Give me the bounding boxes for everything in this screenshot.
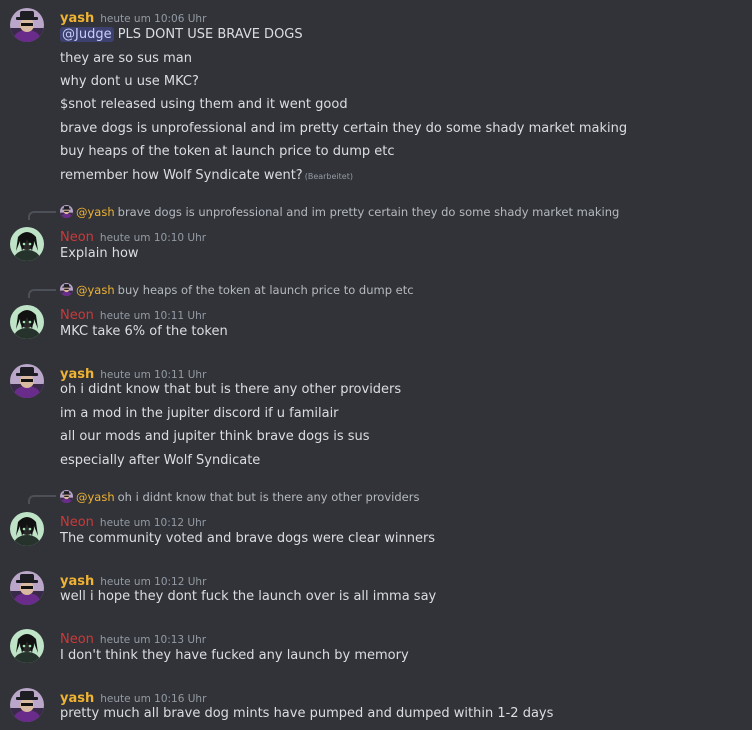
message-text: oh i didnt know that but is there any ot… xyxy=(60,382,402,397)
neon-avatar-icon[interactable] xyxy=(10,629,44,663)
timestamp: heute um 10:12 Uhr xyxy=(99,517,207,529)
timestamp: heute um 10:16 Uhr xyxy=(100,693,207,705)
username[interactable]: yash xyxy=(60,574,94,589)
message-header: yash heute um 10:06 Uhr xyxy=(60,7,207,26)
message-text: The community voted and brave dogs were … xyxy=(60,531,436,546)
message-text: MKC take 6% of the token xyxy=(60,324,228,339)
timestamp: heute um 10:11 Uhr xyxy=(100,369,207,381)
message-header: Neon heute um 10:10 Uhr xyxy=(60,226,207,245)
message-text: I don't think they have fucked any launc… xyxy=(60,648,409,663)
username[interactable]: yash xyxy=(60,11,94,26)
chat-messages: yash heute um 10:06 Uhr @Judge PLS DONT U… xyxy=(0,0,752,730)
message-text: why dont u use MKC? xyxy=(60,74,199,89)
message-header: yash heute um 10:16 Uhr xyxy=(60,687,207,706)
username[interactable]: Neon xyxy=(60,308,94,323)
message-text: $snot released using them and it went go… xyxy=(60,97,348,112)
message-text: brave dogs is unprofessional and im pret… xyxy=(60,121,628,136)
message-header: Neon heute um 10:11 Uhr xyxy=(60,304,207,323)
reply-preview[interactable]: @yash buy heaps of the token at launch pr… xyxy=(60,282,414,298)
message-text: @Judge PLS DONT USE BRAVE DOGS xyxy=(60,26,303,44)
message-text: well i hope they dont fuck the launch ov… xyxy=(60,589,437,604)
message-header: Neon heute um 10:13 Uhr xyxy=(60,628,207,647)
message-header: Neon heute um 10:12 Uhr xyxy=(60,511,207,530)
username[interactable]: yash xyxy=(60,367,94,382)
yash-avatar-icon[interactable] xyxy=(10,688,44,722)
reply-spine xyxy=(28,289,56,298)
message-text: they are so sus man xyxy=(60,51,192,66)
timestamp: heute um 10:10 Uhr xyxy=(99,232,207,244)
reply-username[interactable]: @yash xyxy=(76,205,115,219)
message-text: especially after Wolf Syndicate xyxy=(60,453,261,468)
reply-spine xyxy=(28,211,56,220)
reply-text: brave dogs is unprofessional and im pret… xyxy=(117,205,620,219)
yash-avatar-icon xyxy=(60,205,73,218)
message-text: all our mods and jupiter think brave dog… xyxy=(60,429,370,444)
message-text: pretty much all brave dog mints have pum… xyxy=(60,706,554,721)
message-text: Explain how xyxy=(60,246,139,261)
neon-avatar-icon[interactable] xyxy=(10,305,44,339)
timestamp: heute um 10:13 Uhr xyxy=(99,634,207,646)
yash-avatar-icon[interactable] xyxy=(10,364,44,398)
reply-spine xyxy=(28,495,56,504)
yash-avatar-icon[interactable] xyxy=(10,8,44,42)
reply-preview[interactable]: @yash oh i didnt know that but is there a… xyxy=(60,489,419,505)
yash-avatar-icon[interactable] xyxy=(10,571,44,605)
timestamp: heute um 10:11 Uhr xyxy=(99,310,207,322)
username[interactable]: Neon xyxy=(60,632,94,647)
message-text-content: remember how Wolf Syndicate went? xyxy=(60,168,303,183)
message-text-rest: PLS DONT USE BRAVE DOGS xyxy=(113,27,303,42)
message-header: yash heute um 10:12 Uhr xyxy=(60,570,207,589)
timestamp: heute um 10:06 Uhr xyxy=(100,13,207,25)
username[interactable]: Neon xyxy=(60,515,94,530)
reply-username[interactable]: @yash xyxy=(76,490,115,504)
reply-preview[interactable]: @yash brave dogs is unprofessional and im… xyxy=(60,204,619,220)
timestamp: heute um 10:12 Uhr xyxy=(100,576,207,588)
reply-text: oh i didnt know that but is there any ot… xyxy=(117,490,420,504)
yash-avatar-icon xyxy=(60,283,73,296)
user-mention[interactable]: @Judge xyxy=(60,27,114,42)
message-text: buy heaps of the token at launch price t… xyxy=(60,144,395,159)
message-header: yash heute um 10:11 Uhr xyxy=(60,363,207,382)
username[interactable]: yash xyxy=(60,691,94,706)
message-text: im a mod in the jupiter discord if u fam… xyxy=(60,406,339,421)
yash-avatar-icon xyxy=(60,490,73,503)
edited-label: (Bearbeitet) xyxy=(304,172,353,181)
message-text: remember how Wolf Syndicate went? (Bearbe… xyxy=(60,167,353,186)
neon-avatar-icon[interactable] xyxy=(10,227,44,261)
reply-username[interactable]: @yash xyxy=(76,283,115,297)
neon-avatar-icon[interactable] xyxy=(10,512,44,546)
username[interactable]: Neon xyxy=(60,230,94,245)
reply-text: buy heaps of the token at launch price t… xyxy=(117,283,414,297)
